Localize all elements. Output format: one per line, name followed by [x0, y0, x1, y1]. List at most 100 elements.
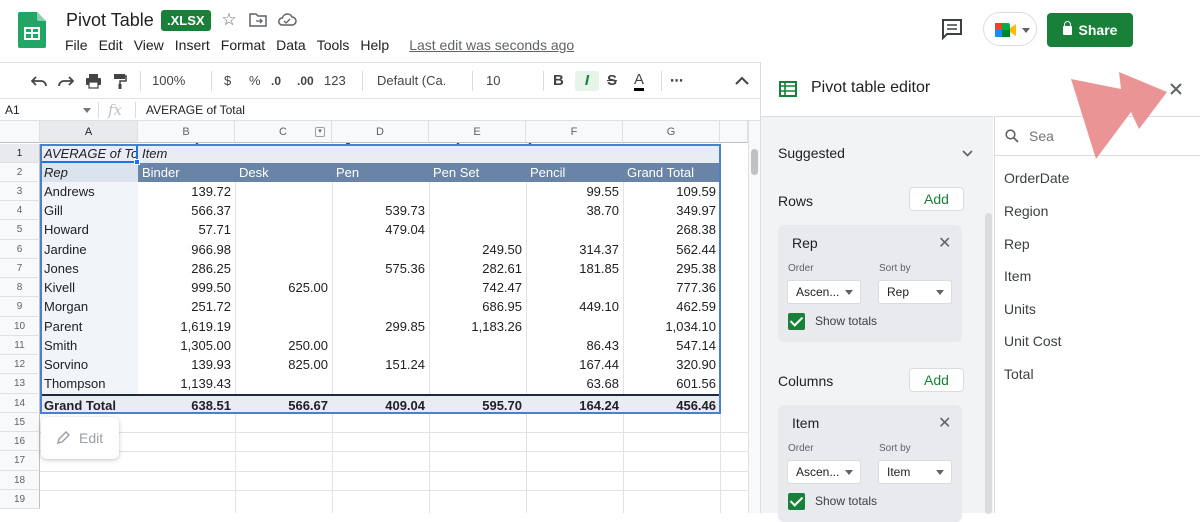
- field-item-orderdate[interactable]: OrderDate: [1004, 170, 1069, 186]
- pivot-value-cell[interactable]: 320.90: [623, 355, 720, 374]
- row-header[interactable]: 3: [0, 182, 40, 201]
- zoom-select[interactable]: 100%: [152, 71, 185, 91]
- pivot-value-cell[interactable]: 314.37: [526, 240, 623, 259]
- menu-tools[interactable]: Tools: [317, 37, 350, 55]
- row-header[interactable]: 15: [0, 413, 40, 432]
- column-header-d[interactable]: D: [332, 121, 429, 143]
- pivot-header-cell[interactable]: Grand Total: [623, 163, 720, 182]
- column-header-a[interactable]: A: [40, 121, 138, 143]
- pivot-value-cell[interactable]: [429, 355, 526, 374]
- pivot-header-cell[interactable]: Binder: [138, 163, 235, 182]
- pivot-row-label[interactable]: Jardine: [40, 240, 138, 259]
- menu-format[interactable]: Format: [221, 37, 265, 55]
- pivot-value-cell[interactable]: 38.70: [526, 201, 623, 220]
- grand-total-cell[interactable]: 595.70: [429, 396, 526, 415]
- rows-sortby-select[interactable]: Rep: [878, 280, 952, 304]
- pivot-value-cell[interactable]: [429, 336, 526, 355]
- suggested-label[interactable]: Suggested: [778, 145, 845, 161]
- pivot-value-cell[interactable]: [332, 182, 429, 201]
- panel-scrollbar[interactable]: [985, 213, 992, 514]
- row-header[interactable]: 8: [0, 278, 40, 297]
- redo-icon[interactable]: [58, 74, 74, 88]
- pivot-header-cell[interactable]: Pen Set: [429, 163, 526, 182]
- pivot-value-cell[interactable]: 167.44: [526, 355, 623, 374]
- text-color-button[interactable]: A: [634, 71, 645, 91]
- pivot-value-cell[interactable]: 479.04: [332, 220, 429, 239]
- row-header[interactable]: 12: [0, 355, 40, 374]
- menu-edit[interactable]: Edit: [99, 37, 123, 55]
- name-box[interactable]: A1: [5, 103, 20, 117]
- meet-button[interactable]: [983, 12, 1037, 46]
- pivot-value-cell[interactable]: 1,183.26: [429, 317, 526, 336]
- row-header[interactable]: 10: [0, 317, 40, 336]
- pivot-value-cell[interactable]: [332, 336, 429, 355]
- pivot-value-cell[interactable]: [235, 182, 332, 201]
- field-item-item[interactable]: Item: [1004, 268, 1031, 284]
- row-header[interactable]: 16: [0, 432, 40, 451]
- pivot-value-cell[interactable]: 462.59: [623, 297, 720, 316]
- column-header-b[interactable]: B: [138, 121, 235, 143]
- field-search-input[interactable]: [1029, 125, 1189, 147]
- row-header[interactable]: 18: [0, 471, 40, 490]
- field-item-unit-cost[interactable]: Unit Cost: [1004, 333, 1062, 349]
- pivot-value-cell[interactable]: [235, 240, 332, 259]
- strikethrough-button[interactable]: S: [607, 71, 617, 91]
- pivot-header-cell[interactable]: Pen: [332, 163, 429, 182]
- remove-row-field-icon[interactable]: ✕: [938, 233, 951, 253]
- currency-format-button[interactable]: $: [224, 71, 231, 91]
- pivot-value-cell[interactable]: [235, 259, 332, 278]
- pivot-row-label[interactable]: Howard: [40, 220, 138, 239]
- pivot-value-cell[interactable]: 295.38: [623, 259, 720, 278]
- columns-sortby-select[interactable]: Item: [878, 460, 952, 484]
- pivot-value-cell[interactable]: [235, 201, 332, 220]
- pivot-row-label[interactable]: Kivell: [40, 278, 138, 297]
- grand-total-cell[interactable]: 456.46: [623, 396, 720, 415]
- pivot-value-cell[interactable]: 286.25: [138, 259, 235, 278]
- add-column-button[interactable]: Add: [909, 368, 964, 392]
- row-header[interactable]: 13: [0, 374, 40, 394]
- pivot-row-label[interactable]: Gill: [40, 201, 138, 220]
- row-header[interactable]: 6: [0, 240, 40, 259]
- pivot-value-cell[interactable]: 86.43: [526, 336, 623, 355]
- paint-format-icon[interactable]: [113, 73, 127, 89]
- comment-icon[interactable]: [940, 18, 964, 40]
- pivot-value-cell[interactable]: 1,619.19: [138, 317, 235, 336]
- percent-format-button[interactable]: %: [249, 71, 261, 91]
- pivot-value-cell[interactable]: 742.47: [429, 278, 526, 297]
- pivot-value-cell[interactable]: 349.97: [623, 201, 720, 220]
- pivot-value-cell[interactable]: 282.61: [429, 259, 526, 278]
- pivot-value-cell[interactable]: [235, 317, 332, 336]
- menu-view[interactable]: View: [134, 37, 164, 55]
- pivot-value-cell[interactable]: [332, 374, 429, 393]
- pivot-value-cell[interactable]: [526, 220, 623, 239]
- pivot-row-label[interactable]: Andrews: [40, 182, 138, 201]
- add-row-button[interactable]: Add: [909, 187, 964, 211]
- pivot-row-label[interactable]: Thompson: [40, 374, 138, 393]
- field-item-total[interactable]: Total: [1004, 366, 1034, 382]
- pivot-value-cell[interactable]: [332, 240, 429, 259]
- select-all-corner[interactable]: [0, 121, 40, 143]
- pivot-value-cell[interactable]: [332, 297, 429, 316]
- row-header[interactable]: 5: [0, 220, 40, 240]
- print-icon[interactable]: [85, 73, 102, 89]
- pivot-value-cell[interactable]: [332, 278, 429, 297]
- pivot-value-cell[interactable]: 539.73: [332, 201, 429, 220]
- column-header-f[interactable]: F: [526, 121, 623, 143]
- pivot-value-cell[interactable]: 181.85: [526, 259, 623, 278]
- pivot-value-cell[interactable]: [526, 317, 623, 336]
- close-icon[interactable]: [1169, 82, 1183, 96]
- filter-icon[interactable]: ▾: [315, 127, 325, 137]
- doc-title[interactable]: Pivot Table: [66, 10, 154, 31]
- row-header[interactable]: 9: [0, 297, 40, 317]
- row-header[interactable]: 2: [0, 163, 40, 182]
- pivot-value-cell[interactable]: 566.37: [138, 201, 235, 220]
- pivot-value-cell[interactable]: 1,034.10: [623, 317, 720, 336]
- pivot-value-cell[interactable]: 139.93: [138, 355, 235, 374]
- pivot-value-cell[interactable]: 250.00: [235, 336, 332, 355]
- pivot-value-cell[interactable]: 251.72: [138, 297, 235, 316]
- undo-icon[interactable]: [31, 74, 47, 88]
- pivot-value-cell[interactable]: 966.98: [138, 240, 235, 259]
- row-header[interactable]: 14: [0, 394, 40, 413]
- collapse-toolbar-icon[interactable]: [735, 76, 749, 85]
- pivot-value-cell[interactable]: 99.55: [526, 182, 623, 201]
